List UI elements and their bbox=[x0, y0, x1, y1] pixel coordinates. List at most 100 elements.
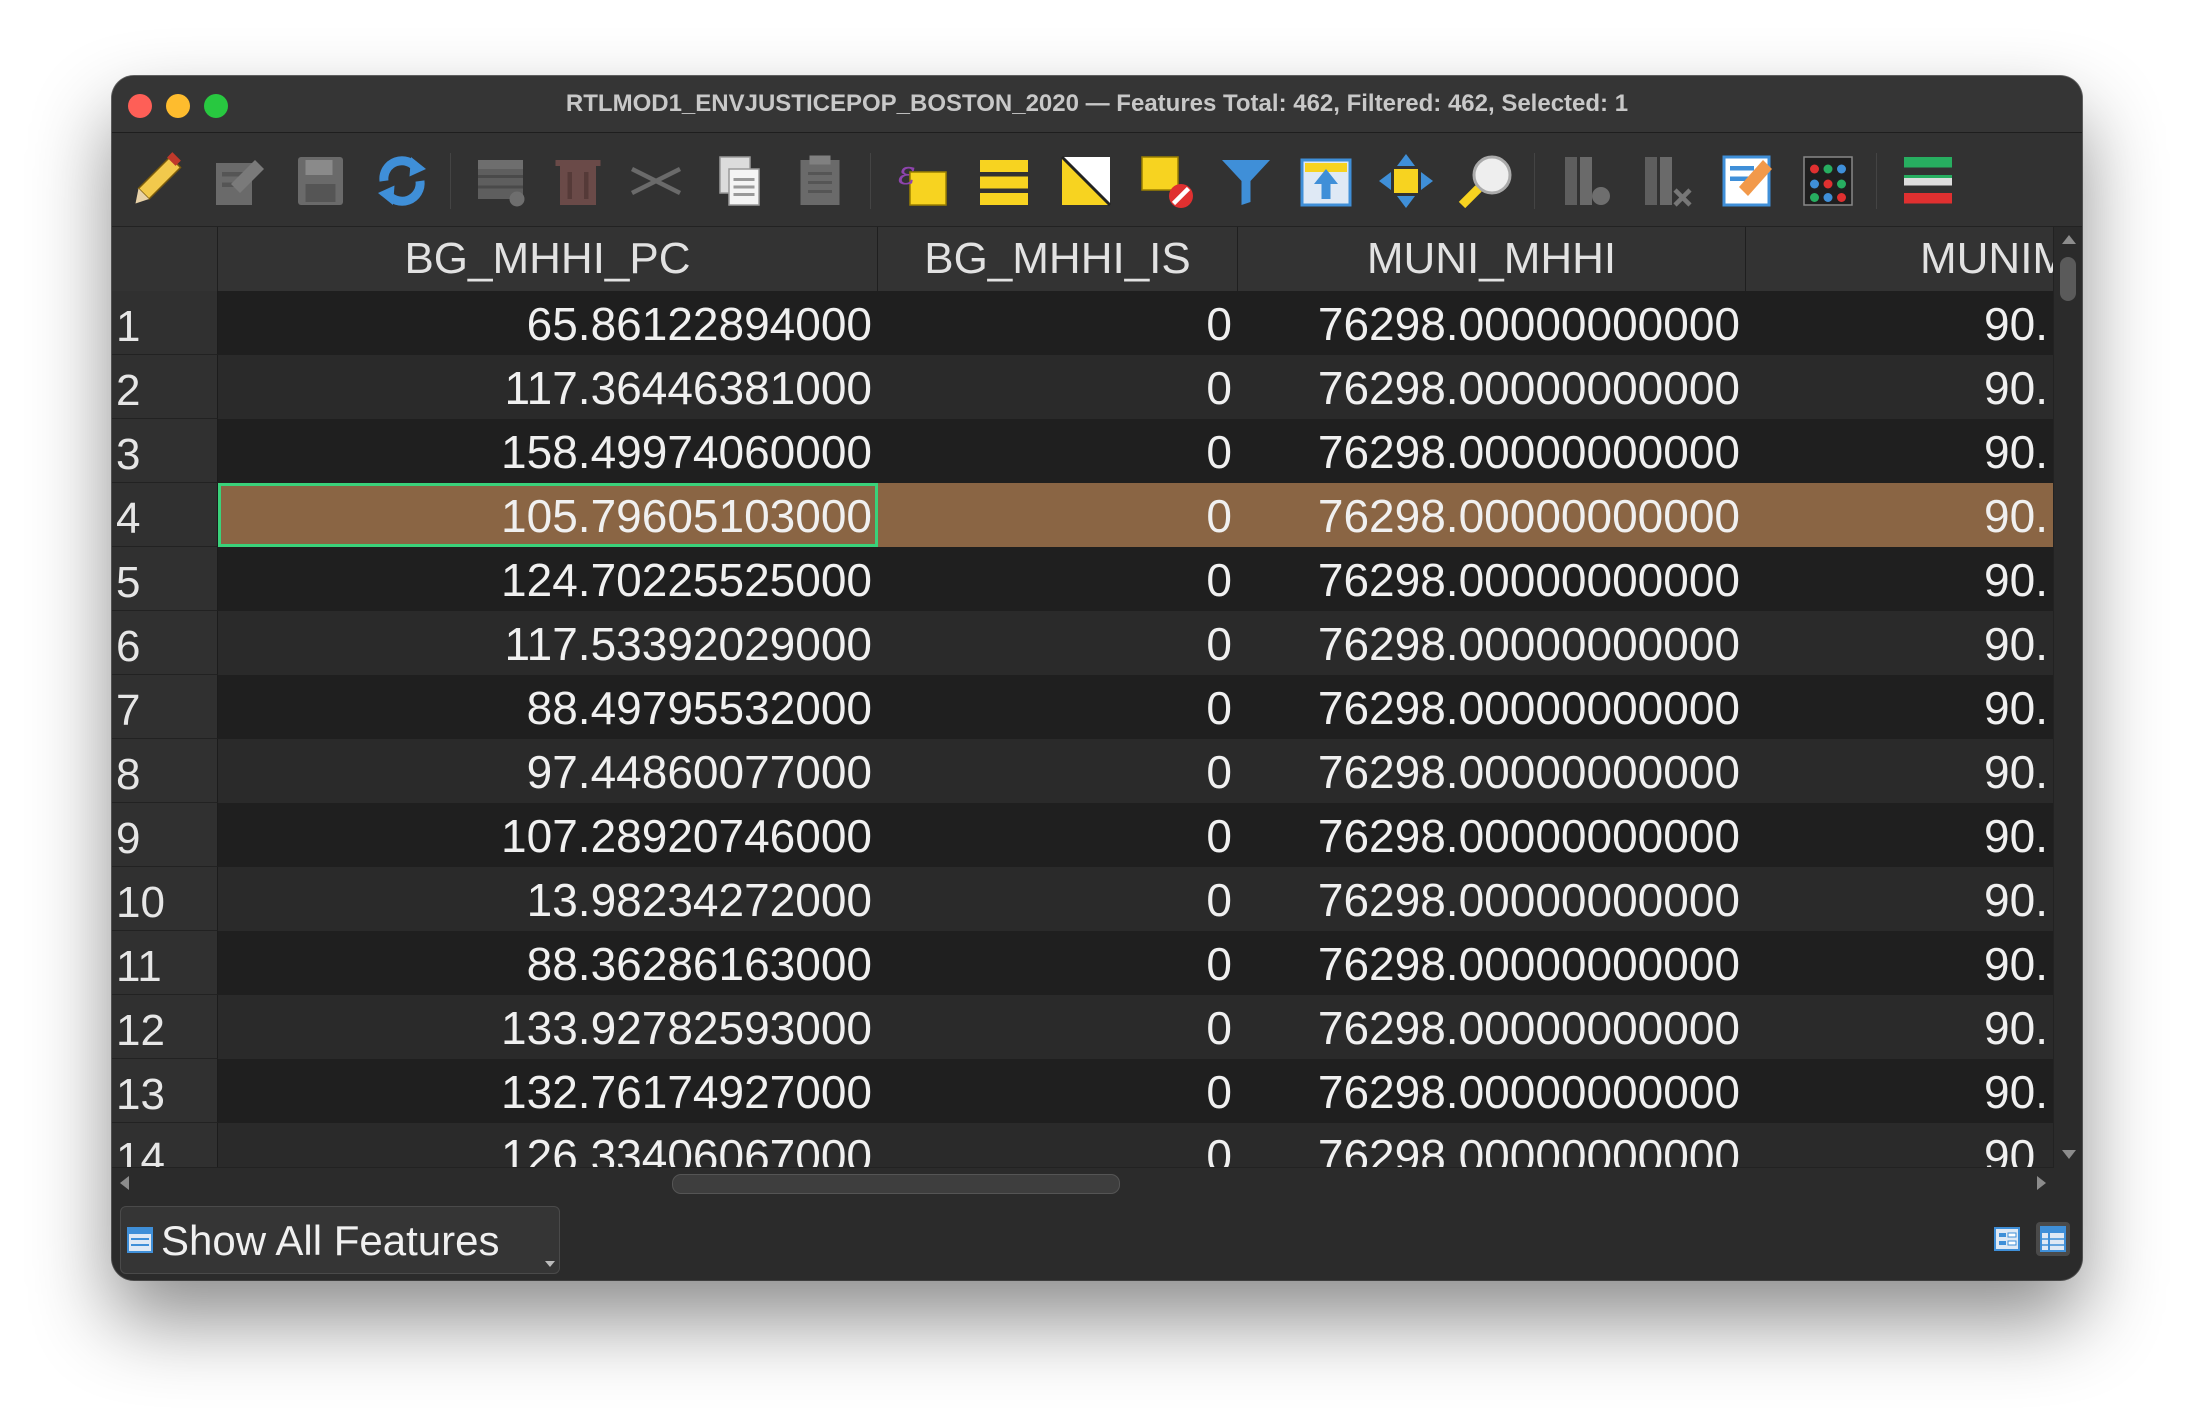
table-row[interactable]: 9 107.28920746000 0 76298.00000000000 90. bbox=[112, 803, 2054, 867]
table-cell[interactable]: 90. bbox=[1746, 1059, 2054, 1123]
table-cell[interactable]: 107.28920746000 bbox=[218, 803, 878, 867]
table-row[interactable]: 8 97.44860077000 0 76298.00000000000 90. bbox=[112, 739, 2054, 803]
invert-selection-button[interactable] bbox=[1054, 149, 1118, 213]
corner-header[interactable] bbox=[112, 227, 218, 291]
table-cell[interactable]: 0 bbox=[878, 291, 1238, 355]
new-field-button[interactable] bbox=[1554, 149, 1618, 213]
table-cell[interactable]: 76298.00000000000 bbox=[1238, 291, 1746, 355]
table-cell[interactable]: 90. bbox=[1746, 803, 2054, 867]
table-cell[interactable]: 76298.00000000000 bbox=[1238, 931, 1746, 995]
table-cell[interactable]: 76298.00000000000 bbox=[1238, 419, 1746, 483]
table-cell[interactable]: 76298.00000000000 bbox=[1238, 867, 1746, 931]
table-cell[interactable]: 76298.00000000000 bbox=[1238, 995, 1746, 1059]
feature-filter-dropdown[interactable]: Show All Features bbox=[120, 1206, 560, 1274]
table-cell[interactable]: 124.70225525000 bbox=[218, 547, 878, 611]
table-cell[interactable]: 117.36446381000 bbox=[218, 355, 878, 419]
delete-selected-button[interactable] bbox=[546, 149, 610, 213]
row-number-header[interactable]: 8 bbox=[112, 739, 218, 803]
table-cell[interactable]: 105.79605103000 bbox=[218, 483, 878, 547]
table-cell[interactable]: 117.53392029000 bbox=[218, 611, 878, 675]
table-row[interactable]: 13 132.76174927000 0 76298.00000000000 90. bbox=[112, 1059, 2054, 1123]
table-row[interactable]: 5 124.70225525000 0 76298.00000000000 90. bbox=[112, 547, 2054, 611]
table-cell[interactable]: 90. bbox=[1746, 675, 2054, 739]
table-cell[interactable]: 90. bbox=[1746, 355, 2054, 419]
table-cell[interactable]: 126.33406067000 bbox=[218, 1123, 878, 1167]
conditional-formatting-button[interactable] bbox=[1796, 149, 1860, 213]
table-cell[interactable]: 76298.00000000000 bbox=[1238, 803, 1746, 867]
table-cell[interactable]: 76298.00000000000 bbox=[1238, 483, 1746, 547]
table-cell[interactable]: 90. bbox=[1746, 931, 2054, 995]
copy-button[interactable] bbox=[706, 149, 770, 213]
row-number-header[interactable]: 9 bbox=[112, 803, 218, 867]
table-row[interactable]: 7 88.49795532000 0 76298.00000000000 90. bbox=[112, 675, 2054, 739]
vertical-scroll-thumb[interactable] bbox=[2060, 257, 2076, 301]
row-number-header[interactable]: 10 bbox=[112, 867, 218, 931]
table-cell[interactable]: 65.86122894000 bbox=[218, 291, 878, 355]
reload-table-button[interactable] bbox=[370, 149, 434, 213]
row-number-header[interactable]: 13 bbox=[112, 1059, 218, 1123]
horizontal-scrollbar[interactable] bbox=[112, 1167, 2054, 1198]
table-cell[interactable]: 90. bbox=[1746, 291, 2054, 355]
table-cell[interactable]: 0 bbox=[878, 1059, 1238, 1123]
deselect-all-button[interactable] bbox=[1134, 149, 1198, 213]
table-cell[interactable]: 0 bbox=[878, 803, 1238, 867]
row-number-header[interactable]: 5 bbox=[112, 547, 218, 611]
table-cell[interactable]: 76298.00000000000 bbox=[1238, 1123, 1746, 1167]
table-cell[interactable]: 158.49974060000 bbox=[218, 419, 878, 483]
cut-button[interactable] bbox=[624, 149, 688, 213]
row-number-header[interactable]: 4 bbox=[112, 483, 218, 547]
table-cell[interactable]: 0 bbox=[878, 355, 1238, 419]
table-cell[interactable]: 0 bbox=[878, 995, 1238, 1059]
toggle-editing-button[interactable] bbox=[126, 149, 190, 213]
table-cell[interactable]: 90. bbox=[1746, 867, 2054, 931]
table-cell[interactable]: 76298.00000000000 bbox=[1238, 547, 1746, 611]
table-cell[interactable]: 0 bbox=[878, 867, 1238, 931]
table-cell[interactable]: 88.36286163000 bbox=[218, 931, 878, 995]
table-view-button[interactable] bbox=[2036, 1222, 2070, 1256]
table-row[interactable]: 1 65.86122894000 0 76298.00000000000 90. bbox=[112, 291, 2054, 355]
row-number-header[interactable]: 14 bbox=[112, 1123, 218, 1167]
row-number-header[interactable]: 7 bbox=[112, 675, 218, 739]
table-cell[interactable]: 13.98234272000 bbox=[218, 867, 878, 931]
table-cell[interactable]: 0 bbox=[878, 547, 1238, 611]
table-cell[interactable]: 76298.00000000000 bbox=[1238, 739, 1746, 803]
zoom-to-selected-button[interactable] bbox=[1454, 149, 1518, 213]
table-cell[interactable]: 97.44860077000 bbox=[218, 739, 878, 803]
row-number-header[interactable]: 11 bbox=[112, 931, 218, 995]
row-number-header[interactable]: 1 bbox=[112, 291, 218, 355]
table-cell[interactable]: 132.76174927000 bbox=[218, 1059, 878, 1123]
pan-to-selected-button[interactable] bbox=[1374, 149, 1438, 213]
table-cell[interactable]: 76298.00000000000 bbox=[1238, 611, 1746, 675]
table-cell[interactable]: 0 bbox=[878, 739, 1238, 803]
scroll-down-arrow[interactable] bbox=[2062, 1150, 2076, 1159]
select-by-expression-button[interactable]: ε bbox=[890, 149, 954, 213]
column-header[interactable]: BG_MHHI_PC bbox=[218, 227, 878, 291]
table-cell[interactable]: 76298.00000000000 bbox=[1238, 355, 1746, 419]
table-cell[interactable]: 90. bbox=[1746, 483, 2054, 547]
table-cell[interactable]: 88.49795532000 bbox=[218, 675, 878, 739]
table-row[interactable]: 4 105.79605103000 0 76298.00000000000 90. bbox=[112, 483, 2054, 547]
table-row[interactable]: 14 126.33406067000 0 76298.00000000000 90. bbox=[112, 1123, 2054, 1167]
delete-field-button[interactable] bbox=[1634, 149, 1698, 213]
table-cell[interactable]: 90. bbox=[1746, 419, 2054, 483]
select-all-button[interactable] bbox=[972, 149, 1036, 213]
multi-edit-button[interactable] bbox=[208, 149, 272, 213]
table-cell[interactable]: 90. bbox=[1746, 547, 2054, 611]
table-row[interactable]: 6 117.53392029000 0 76298.00000000000 90. bbox=[112, 611, 2054, 675]
table-cell[interactable]: 0 bbox=[878, 483, 1238, 547]
table-row[interactable]: 10 13.98234272000 0 76298.00000000000 90. bbox=[112, 867, 2054, 931]
row-number-header[interactable]: 6 bbox=[112, 611, 218, 675]
scroll-left-arrow[interactable] bbox=[120, 1176, 129, 1190]
table-cell[interactable]: 76298.00000000000 bbox=[1238, 675, 1746, 739]
table-cell[interactable]: 90. bbox=[1746, 739, 2054, 803]
paste-button[interactable] bbox=[788, 149, 852, 213]
table-cell[interactable]: 133.92782593000 bbox=[218, 995, 878, 1059]
table-row[interactable]: 11 88.36286163000 0 76298.00000000000 90. bbox=[112, 931, 2054, 995]
column-header[interactable]: MUNIM bbox=[1746, 227, 2054, 291]
table-cell[interactable]: 90. bbox=[1746, 995, 2054, 1059]
scroll-right-arrow[interactable] bbox=[2037, 1176, 2046, 1190]
table-cell[interactable]: 76298.00000000000 bbox=[1238, 1059, 1746, 1123]
horizontal-scroll-thumb[interactable] bbox=[672, 1174, 1120, 1194]
table-cell[interactable]: 0 bbox=[878, 931, 1238, 995]
row-number-header[interactable]: 2 bbox=[112, 355, 218, 419]
